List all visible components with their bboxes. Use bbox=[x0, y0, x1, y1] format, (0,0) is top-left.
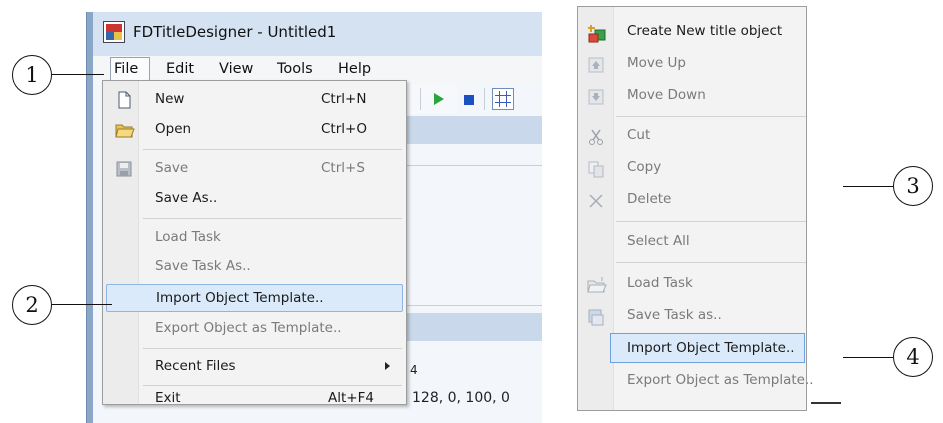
menu-item-save[interactable]: Save Ctrl+S bbox=[106, 155, 403, 183]
menu-separator bbox=[143, 348, 402, 349]
panel-line bbox=[407, 165, 542, 166]
menu-separator bbox=[143, 385, 402, 386]
ctx-item-select-all[interactable]: Select All bbox=[579, 227, 805, 257]
menu-shadow-edge bbox=[811, 402, 841, 404]
menu-item-label: Create New title object bbox=[627, 23, 783, 39]
ctx-item-move-up[interactable]: Move Up bbox=[579, 49, 805, 79]
menu-item-label: Export Object as Template.. bbox=[155, 320, 342, 336]
menu-item-label: Load Task bbox=[155, 229, 221, 245]
callout-1: 1 bbox=[12, 55, 52, 95]
ctx-item-copy[interactable]: Copy bbox=[579, 153, 805, 183]
menu-item-label: Cut bbox=[627, 127, 651, 143]
context-menu: Create New title object Move Up Move Dow… bbox=[577, 6, 814, 411]
menu-item-label: Recent Files bbox=[155, 358, 236, 374]
panel-header bbox=[407, 116, 542, 144]
menu-item-label: Load Task bbox=[627, 275, 693, 291]
new-document-icon bbox=[115, 91, 133, 109]
callout-1-leader bbox=[52, 74, 104, 75]
menu-item-label: Save Task as.. bbox=[627, 307, 722, 323]
title-bar: FDTitleDesigner - Untitled1 bbox=[93, 12, 542, 56]
menu-item-shortcut: Ctrl+N bbox=[321, 91, 367, 107]
menu-item-shortcut: Ctrl+O bbox=[321, 121, 367, 137]
menu-help[interactable]: Help bbox=[338, 61, 371, 77]
app-icon bbox=[103, 21, 125, 43]
callout-2: 2 bbox=[12, 285, 52, 325]
ctx-item-save-task-as[interactable]: Save Task as.. bbox=[579, 301, 805, 331]
ctx-item-delete[interactable]: Delete bbox=[579, 185, 805, 215]
menu-item-label: Delete bbox=[627, 191, 672, 207]
menu-separator bbox=[143, 149, 402, 150]
property-value: 128, 0, 100, 0 bbox=[412, 390, 510, 406]
window-title: FDTitleDesigner - Untitled1 bbox=[133, 23, 337, 41]
open-folder-icon bbox=[115, 121, 135, 139]
panel-header-2 bbox=[407, 313, 542, 341]
menu-edit[interactable]: Edit bbox=[166, 61, 194, 77]
move-up-icon bbox=[587, 56, 605, 74]
callout-4: 4 bbox=[893, 337, 933, 377]
menu-item-label: Move Up bbox=[627, 55, 686, 71]
file-dropdown-menu: New Ctrl+N Open Ctrl+O Save Ctrl+S Save … bbox=[102, 80, 407, 406]
menu-separator bbox=[616, 221, 806, 222]
menu-file[interactable]: File bbox=[114, 61, 138, 77]
menu-item-label: Export Object as Template.. bbox=[627, 372, 814, 388]
menu-item-label: Exit bbox=[155, 390, 181, 406]
save-disk-icon bbox=[115, 160, 133, 178]
menu-item-label: Import Object Template.. bbox=[156, 290, 324, 306]
menu-item-new[interactable]: New Ctrl+N bbox=[106, 86, 403, 114]
callout-2-leader bbox=[52, 304, 112, 305]
panel-line bbox=[407, 305, 542, 306]
menu-item-export-object-as-template[interactable]: Export Object as Template.. bbox=[106, 315, 403, 343]
menu-item-exit[interactable]: Exit Alt+F4 bbox=[106, 390, 403, 406]
menu-item-load-task[interactable]: Load Task bbox=[106, 224, 403, 252]
menu-item-open[interactable]: Open Ctrl+O bbox=[106, 116, 403, 144]
menu-separator bbox=[143, 218, 402, 219]
delete-x-icon bbox=[587, 192, 605, 210]
ctx-item-create-new-title-object[interactable]: Create New title object bbox=[579, 17, 805, 47]
copy-icon bbox=[587, 160, 605, 178]
menu-item-label: Save Task As.. bbox=[155, 258, 251, 274]
ctx-item-move-down[interactable]: Move Down bbox=[579, 81, 805, 111]
ctx-item-import-object-template[interactable]: Import Object Template.. bbox=[610, 333, 805, 363]
menu-item-save-task-as[interactable]: Save Task As.. bbox=[106, 253, 403, 281]
stop-icon[interactable] bbox=[464, 95, 474, 105]
move-down-icon bbox=[587, 88, 605, 106]
menu-item-shortcut: Ctrl+S bbox=[321, 160, 365, 176]
toolbar-divider bbox=[420, 88, 421, 110]
menu-item-label: Move Down bbox=[627, 87, 706, 103]
menu-view[interactable]: View bbox=[219, 61, 253, 77]
menu-item-label: New bbox=[155, 91, 185, 107]
menu-item-label: Copy bbox=[627, 159, 662, 175]
callout-4-leader bbox=[843, 357, 893, 358]
value-prefix: 4 bbox=[410, 363, 418, 377]
menu-separator bbox=[616, 262, 806, 263]
callout-3: 3 bbox=[893, 166, 933, 206]
load-task-icon bbox=[587, 276, 607, 294]
menu-item-shortcut: Alt+F4 bbox=[328, 390, 374, 406]
submenu-arrow-icon bbox=[385, 362, 390, 370]
ctx-item-cut[interactable]: Cut bbox=[579, 121, 805, 151]
menu-item-label: Save bbox=[155, 160, 189, 176]
menu-item-label: Save As.. bbox=[155, 190, 218, 206]
menu-item-label: Select All bbox=[627, 233, 690, 249]
ctx-item-export-object-as-template[interactable]: Export Object as Template.. bbox=[579, 366, 814, 396]
menu-item-save-as[interactable]: Save As.. bbox=[106, 185, 403, 213]
menu-separator bbox=[616, 116, 806, 117]
toolbar-divider bbox=[484, 88, 485, 110]
menu-tools[interactable]: Tools bbox=[277, 61, 313, 77]
ctx-item-load-task[interactable]: Load Task bbox=[579, 269, 805, 299]
scissors-icon bbox=[587, 128, 605, 146]
save-task-icon bbox=[587, 308, 605, 326]
menu-item-import-object-template[interactable]: Import Object Template.. bbox=[106, 284, 403, 312]
menu-item-label: Open bbox=[155, 121, 192, 137]
callout-3-leader bbox=[843, 186, 893, 187]
menu-item-label: Import Object Template.. bbox=[627, 340, 795, 356]
grid-icon[interactable] bbox=[492, 88, 514, 110]
play-icon[interactable] bbox=[434, 93, 444, 105]
create-object-icon bbox=[587, 24, 606, 43]
menu-item-recent-files[interactable]: Recent Files bbox=[106, 353, 403, 381]
